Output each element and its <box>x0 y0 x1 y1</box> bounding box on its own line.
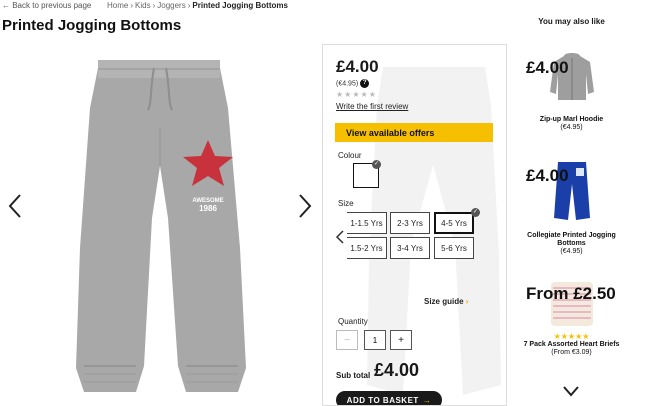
recommendation-name: Collegiate Printed Jogging Bottoms <box>527 232 616 247</box>
quantity-input[interactable] <box>364 330 386 350</box>
subtotal-label: Sub total <box>336 371 371 380</box>
breadcrumb: Home › Kids › Joggers › Printed Jogging Bottom… <box>107 1 288 10</box>
check-icon: ✓ <box>372 160 381 169</box>
recommendation-item[interactable]: Collegiate Printed Jogging Bottoms £4.00… <box>513 160 630 256</box>
size-option-3-4[interactable]: 3-4 Yrs <box>390 237 430 259</box>
size-option-1-1-5[interactable]: 1-1.5 Yrs <box>347 212 387 234</box>
check-icon: ✓ <box>471 208 480 217</box>
arrow-right-icon: › <box>465 297 469 306</box>
product-image <box>76 60 246 392</box>
recommendation-price: From £2.50 <box>526 284 616 303</box>
add-to-basket-label: ADD TO BASKET <box>346 395 419 405</box>
breadcrumb-joggers[interactable]: Joggers <box>157 1 185 10</box>
size-option-4-5[interactable]: 4-5 Yrs <box>434 212 474 234</box>
quantity-label: Quantity <box>338 317 368 326</box>
quantity-increase-button[interactable]: + <box>390 330 412 350</box>
chevron-down-icon[interactable] <box>561 384 581 398</box>
purchase-panel: £4.00 (€4.95)? ★★★★★ Write the first rev… <box>322 44 507 406</box>
size-label: Size <box>338 199 354 208</box>
recommendation-euro-price: (From €3.09) <box>551 349 592 356</box>
size-guide-label: Size guide <box>424 297 464 306</box>
colour-label: Colour <box>338 151 362 160</box>
recommendation-item[interactable]: Zip-up Marl Hoodie £4.00 (€4.95) <box>513 52 630 132</box>
recommendation-name: Zip-up Marl Hoodie <box>539 116 604 123</box>
product-gallery: AWESOME 1986 <box>0 42 322 406</box>
recommendations-title: You may also like <box>538 17 605 26</box>
size-guide-link[interactable]: Size guide › <box>424 297 468 306</box>
size-option-2-3[interactable]: 2-3 Yrs <box>390 212 430 234</box>
chevron-right-icon[interactable] <box>294 192 314 220</box>
euro-price-value: (€4.95) <box>336 80 359 88</box>
add-to-basket-button[interactable]: ADD TO BASKET → <box>336 391 442 405</box>
recommendation-item[interactable]: ★★★★★ 7 Pack Assorted Heart Briefs From … <box>513 278 630 357</box>
recommendation-price: £4.00 <box>526 58 569 77</box>
breadcrumb-home[interactable]: Home <box>107 1 128 10</box>
view-offers-button[interactable]: View available offers <box>335 123 493 142</box>
breadcrumb-kids[interactable]: Kids <box>135 1 151 10</box>
print-line-2: 1986 <box>199 204 217 213</box>
recommendation-euro-price: (€4.95) <box>560 124 583 131</box>
recommendation-euro-price: (€4.95) <box>560 248 583 255</box>
chevron-left-icon[interactable] <box>6 192 26 220</box>
size-option-1-5-2[interactable]: 1.5-2 Yrs <box>347 237 387 259</box>
quantity-decrease-button[interactable]: − <box>336 330 358 350</box>
print-text: AWESOME 1986 <box>189 197 227 213</box>
breadcrumb-current: Printed Jogging Bottoms <box>192 1 288 10</box>
rating-stars: ★★★★★ <box>336 90 377 99</box>
recommendation-name: 7 Pack Assorted Heart Briefs <box>523 341 620 348</box>
recommendation-price: £4.00 <box>526 166 569 185</box>
back-link[interactable]: ← Back to previous page <box>2 1 91 10</box>
info-icon[interactable]: ? <box>360 79 370 88</box>
recommendations: You may also like Zip-up Marl Hoodie £4.… <box>513 0 649 406</box>
write-review-link[interactable]: Write the first review <box>336 102 408 111</box>
size-option-5-6[interactable]: 5-6 Yrs <box>434 237 474 259</box>
page-title: Printed Jogging Bottoms <box>2 17 182 34</box>
rating-stars: ★★★★★ <box>553 332 590 341</box>
subtotal-value: £4.00 <box>374 360 420 380</box>
product-price: £4.00 <box>336 57 379 76</box>
euro-price: (€4.95)? <box>336 79 370 88</box>
chevron-left-icon[interactable] <box>335 229 345 245</box>
arrow-right-icon: → <box>422 395 432 405</box>
